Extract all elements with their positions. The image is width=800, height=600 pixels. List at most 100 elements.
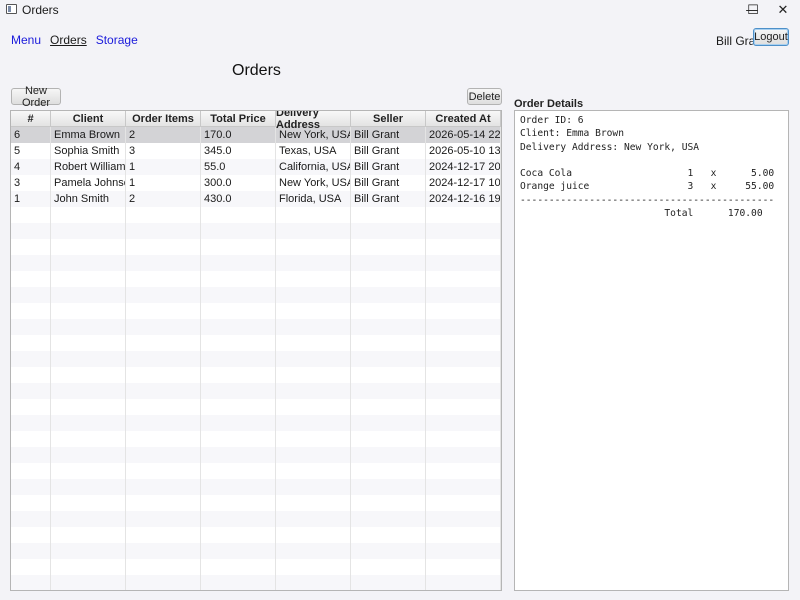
table-row[interactable]: 3Pamela Johnson1300.0New York, USABill G… <box>11 175 501 191</box>
table-cell <box>426 543 501 559</box>
column-header-total-price[interactable]: Total Price <box>201 111 276 127</box>
table-row[interactable]: 5 Sophia Smith 3 345.0 Texas, USA Bill Grant 2… <box>11 143 501 159</box>
table-cell <box>126 559 201 575</box>
table-cell: 2 <box>126 127 201 143</box>
table-cell <box>126 527 201 543</box>
table-cell <box>351 367 426 383</box>
new-order-button[interactable]: New Order <box>11 85 61 109</box>
table-cell <box>126 543 201 559</box>
table-cell <box>351 223 426 239</box>
close-button[interactable]: ✕ <box>768 0 798 20</box>
table-cell <box>11 399 51 415</box>
table-cell: Florida, USA <box>276 191 351 207</box>
window-app-icon <box>6 4 17 14</box>
table-cell <box>351 207 426 223</box>
table-cell <box>51 287 126 303</box>
table-cell <box>276 367 351 383</box>
nav-menu-link[interactable]: Menu <box>11 33 41 47</box>
table-cell: 5 <box>11 143 51 159</box>
table-cell <box>426 287 501 303</box>
table-cell <box>51 255 126 271</box>
table-cell <box>201 527 276 543</box>
table-cell <box>11 367 51 383</box>
table-row-empty <box>11 575 501 590</box>
column-header-id[interactable]: # <box>11 111 51 127</box>
table-cell <box>426 495 501 511</box>
maximize-button[interactable]: ☐ <box>738 0 768 20</box>
table-cell <box>351 415 426 431</box>
column-header-created-at[interactable]: Created At <box>426 111 501 127</box>
logout-button[interactable]: Logout <box>753 28 789 46</box>
table-cell <box>276 447 351 463</box>
table-cell <box>11 463 51 479</box>
table-cell <box>351 511 426 527</box>
table-row[interactable]: 1 John Smith 2 430.0 Florida, USA Bill Grant 2… <box>11 191 501 207</box>
table-cell <box>11 255 51 271</box>
table-cell: 2024-12-17 10:03:... <box>426 175 501 191</box>
table-cell: Bill Grant <box>351 191 426 207</box>
table-cell <box>426 239 501 255</box>
table-row[interactable]: 4 Robert Williams 1 55.0 California, USA Bill… <box>11 159 501 175</box>
table-cell: 2026-05-10 13:12:... <box>426 143 501 159</box>
table-cell <box>11 207 51 223</box>
table-cell: Bill Grant <box>351 159 426 175</box>
order-details-text[interactable]: Order ID: 6 Client: Emma Brown Delivery … <box>514 110 789 591</box>
orders-table[interactable]: # Client Order Items Total Price Deliver… <box>10 110 502 591</box>
table-row-empty <box>11 479 501 495</box>
table-cell <box>276 527 351 543</box>
table-cell <box>126 271 201 287</box>
table-cell <box>51 495 126 511</box>
table-cell <box>51 447 126 463</box>
table-cell <box>426 367 501 383</box>
table-cell <box>51 463 126 479</box>
nav-orders-link[interactable]: Orders <box>50 33 87 47</box>
nav-storage-link[interactable]: Storage <box>96 33 138 47</box>
table-cell: 300.0 <box>201 175 276 191</box>
table-cell <box>351 399 426 415</box>
table-cell <box>426 319 501 335</box>
table-cell <box>126 415 201 431</box>
table-cell <box>126 479 201 495</box>
column-header-order-items[interactable]: Order Items <box>126 111 201 127</box>
table-cell <box>426 415 501 431</box>
table-cell <box>51 303 126 319</box>
table-cell <box>276 431 351 447</box>
table-cell <box>126 575 201 590</box>
delete-button[interactable]: Delete <box>467 88 502 105</box>
table-cell <box>276 287 351 303</box>
table-row-empty <box>11 543 501 559</box>
table-cell: 6 <box>11 127 51 143</box>
table-cell <box>351 431 426 447</box>
table-cell <box>201 271 276 287</box>
column-header-client[interactable]: Client <box>51 111 126 127</box>
table-cell <box>51 575 126 590</box>
table-cell <box>276 559 351 575</box>
table-cell: Emma Brown <box>51 127 126 143</box>
table-cell <box>351 527 426 543</box>
table-cell <box>126 399 201 415</box>
table-cell <box>276 303 351 319</box>
column-header-seller[interactable]: Seller <box>351 111 426 127</box>
column-header-delivery-address[interactable]: Delivery Address <box>276 111 351 131</box>
table-cell: 3 <box>11 175 51 191</box>
table-cell <box>276 511 351 527</box>
table-row-empty <box>11 527 501 543</box>
table-cell: 1 <box>11 191 51 207</box>
table-cell <box>276 463 351 479</box>
table-cell <box>51 271 126 287</box>
table-cell <box>51 207 126 223</box>
table-row-empty <box>11 495 501 511</box>
table-row[interactable]: 6 Emma Brown 2 170.0 New York, USA Bill Grant… <box>11 127 501 143</box>
table-cell <box>426 463 501 479</box>
table-cell <box>426 575 501 590</box>
table-row-empty <box>11 335 501 351</box>
table-cell <box>201 463 276 479</box>
table-cell <box>201 399 276 415</box>
table-cell <box>11 303 51 319</box>
table-cell <box>426 447 501 463</box>
table-cell <box>11 559 51 575</box>
table-cell <box>351 463 426 479</box>
table-cell <box>11 543 51 559</box>
table-cell <box>276 415 351 431</box>
table-cell: John Smith <box>51 191 126 207</box>
